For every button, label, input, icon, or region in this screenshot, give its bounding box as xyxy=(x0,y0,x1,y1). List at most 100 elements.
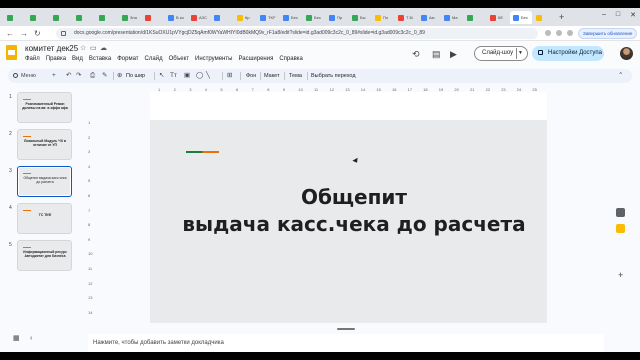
new-tab-button[interactable]: + xyxy=(559,11,564,23)
comment-add-icon[interactable]: ⊞ xyxy=(227,71,232,81)
browser-tab[interactable]: Без xyxy=(280,11,302,24)
new-slide-icon[interactable]: + xyxy=(52,71,56,81)
zoom-icon[interactable]: ⊕ xyxy=(117,71,122,81)
line-icon[interactable]: ╲ xyxy=(206,71,210,81)
document-title[interactable]: комитет дек25 xyxy=(25,44,78,53)
tasks-icon[interactable] xyxy=(616,224,625,233)
menu-item[interactable]: Формат xyxy=(117,56,138,62)
tab-title: Ма xyxy=(452,15,458,20)
tab-favicon-icon xyxy=(30,14,36,21)
thumbnail-text: ТС ТКФ xyxy=(38,213,52,217)
star-icon[interactable]: ☆ xyxy=(80,44,86,53)
profile-icon[interactable] xyxy=(567,30,573,36)
browser-tab[interactable] xyxy=(4,11,26,24)
close-icon[interactable]: ✕ xyxy=(630,11,636,19)
transition-button[interactable]: Выбрать переход xyxy=(311,71,356,81)
browser-tab[interactable]: Без xyxy=(303,11,325,24)
maximize-icon[interactable]: □ xyxy=(616,11,620,19)
speaker-notes[interactable]: Нажмите, чтобы добавить заметки докладчи… xyxy=(88,334,604,352)
reload-icon[interactable]: ↻ xyxy=(34,29,41,38)
image-icon[interactable]: ▣ xyxy=(184,71,190,81)
slide-title-line2: выдача касс.чека до расчета xyxy=(182,212,526,236)
undo-icon[interactable]: ↶ xyxy=(66,71,71,81)
menu-item[interactable]: Файл xyxy=(25,56,40,62)
menu-item[interactable]: Слайд xyxy=(145,56,163,62)
browser-tab[interactable] xyxy=(464,11,486,24)
browser-tab[interactable] xyxy=(142,11,164,24)
comments-icon[interactable]: ▤ xyxy=(432,49,441,59)
browser-tab[interactable]: Без xyxy=(510,11,532,24)
browser-tab[interactable]: Кр xyxy=(234,11,256,24)
text-box-icon[interactable]: Tт xyxy=(170,71,177,81)
slide-number: 2 xyxy=(9,131,12,137)
forward-icon[interactable]: → xyxy=(20,29,28,38)
browser-tab[interactable]: Зна xyxy=(119,11,141,24)
paint-format-icon[interactable]: ✎ xyxy=(102,71,107,81)
slide-number: 4 xyxy=(9,205,12,211)
browser-tab[interactable]: Бы xyxy=(349,11,371,24)
avatar[interactable] xyxy=(620,47,633,60)
slide-thumbnail[interactable]: ТС ТКФ xyxy=(17,203,72,234)
extension-icon[interactable] xyxy=(556,30,562,36)
redo-icon[interactable]: ↷ xyxy=(76,71,81,81)
theme-button[interactable]: Тема xyxy=(289,71,302,81)
menu-item[interactable]: Вставка xyxy=(89,56,111,62)
slide-title[interactable]: Общепит выдача касс.чека до расчета xyxy=(174,184,534,238)
browser-tab[interactable]: АЗС xyxy=(188,11,210,24)
minimize-icon[interactable]: – xyxy=(602,11,606,19)
notes-resize-handle[interactable] xyxy=(337,328,355,330)
video-call-icon[interactable]: ▶ xyxy=(450,49,457,59)
menu-item[interactable]: Расширения xyxy=(238,56,273,62)
menu-search-button[interactable]: Меню xyxy=(12,71,48,81)
update-browser-button[interactable]: Завершить обновление xyxy=(578,28,638,39)
chevron-up-icon[interactable]: ⌃ xyxy=(618,71,623,81)
menu-item[interactable]: Справка xyxy=(279,56,303,62)
tab-favicon-icon xyxy=(306,14,312,21)
zoom-select[interactable]: По шир xyxy=(126,71,145,81)
browser-tab[interactable] xyxy=(73,11,95,24)
site-info-icon[interactable] xyxy=(61,31,66,36)
address-bar[interactable]: docs.google.com/presentation/d/1KSuOXU1p… xyxy=(56,28,538,39)
menu-item[interactable]: Правка xyxy=(46,56,66,62)
browser-tab[interactable]: Аю xyxy=(418,11,440,24)
shape-icon[interactable]: ◯ xyxy=(196,71,203,81)
thumbnail-accent-line xyxy=(23,247,31,248)
grid-view-icon[interactable]: ▦ xyxy=(13,334,20,342)
menu-item[interactable]: Объект xyxy=(169,56,189,62)
browser-tab[interactable]: Ма xyxy=(441,11,463,24)
version-history-icon[interactable]: ⟲ xyxy=(412,49,420,59)
slides-logo-icon[interactable] xyxy=(6,45,17,60)
tab-favicon-icon xyxy=(283,14,289,21)
extension-icon[interactable] xyxy=(545,30,551,36)
slide-title-line1: Общепит xyxy=(300,185,408,209)
layout-button[interactable]: Макет xyxy=(264,71,280,81)
browser-tab[interactable]: КЕ xyxy=(487,11,509,24)
cloud-status-icon[interactable]: ☁ xyxy=(100,44,107,53)
slide-thumbnail[interactable]: Локальный Модуль ЧХ в отличие от УП xyxy=(17,129,72,160)
back-icon[interactable]: ← xyxy=(6,29,14,38)
move-folder-icon[interactable]: ▭ xyxy=(90,44,97,53)
browser-tab[interactable]: Т Бі xyxy=(395,11,417,24)
browser-tab[interactable] xyxy=(96,11,118,24)
slide-thumbnail[interactable]: Информационный ресурс Автодиктат для биз… xyxy=(17,240,72,271)
browser-tab[interactable]: По xyxy=(372,11,394,24)
slide-thumbnail[interactable]: Розничаменный Ремин дилевы на ав: в эффа… xyxy=(17,92,72,123)
browser-tab[interactable]: TKF xyxy=(257,11,279,24)
menu-item[interactable]: Инструменты xyxy=(195,56,232,62)
browser-tab[interactable] xyxy=(211,11,233,24)
browser-tab[interactable]: В ко xyxy=(165,11,187,24)
add-addon-icon[interactable]: + xyxy=(618,270,623,280)
browser-tab[interactable] xyxy=(533,11,555,24)
slide-canvas[interactable]: Общепит выдача касс.чека до расчета xyxy=(150,120,547,323)
collapse-icon[interactable]: ‹ xyxy=(30,335,32,342)
browser-tab[interactable] xyxy=(27,11,49,24)
slide-thumbnail[interactable]: Общепит выдача касс.чека до расчета xyxy=(17,166,72,197)
select-cursor-icon[interactable]: ↖ xyxy=(159,71,164,81)
browser-tab[interactable] xyxy=(50,11,72,24)
print-icon[interactable]: ⎙ xyxy=(90,71,95,81)
background-button[interactable]: Фон xyxy=(246,71,256,81)
browser-tab[interactable]: Пр xyxy=(326,11,348,24)
keep-icon[interactable] xyxy=(616,208,625,217)
chevron-down-icon[interactable]: ▼ xyxy=(518,50,523,56)
menu-item[interactable]: Вид xyxy=(72,56,83,62)
